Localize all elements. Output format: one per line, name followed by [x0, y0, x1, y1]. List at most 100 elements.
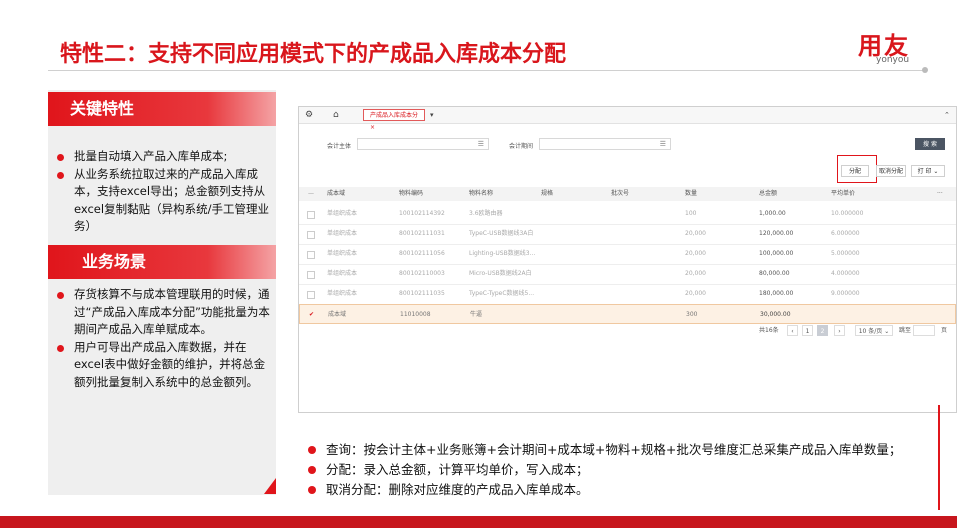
- settings-icon[interactable]: ⚙: [305, 109, 313, 121]
- table-row[interactable]: 单组织成本 100102114392 3.6欧路由器 100 1,000.00 …: [299, 204, 956, 225]
- cell-domain: 单组织成本: [327, 250, 358, 257]
- row-checkbox[interactable]: [307, 291, 315, 299]
- col-batch: 批次号: [611, 190, 630, 197]
- table-row[interactable]: 单组织成本 800102111035 TypeC-TypeC数据线5... 20…: [299, 284, 956, 305]
- cell-amount[interactable]: 120,000.00: [759, 224, 793, 244]
- cell-qty: 20,000: [685, 230, 706, 237]
- next-page-icon[interactable]: ›: [834, 325, 845, 336]
- notes-list: 查询：按会计主体+业务账簿+会计期间+成本域+物料+规格+批次号维度汇总采集产成…: [306, 440, 956, 500]
- cell-amount[interactable]: 1,000.00: [759, 204, 786, 224]
- cell-name: 牛逼: [470, 311, 483, 318]
- header-checkbox[interactable]: —: [308, 187, 314, 201]
- col-name: 物料名称: [469, 190, 494, 197]
- cell-avg: 10.000000: [831, 210, 864, 217]
- cell-domain: 单组织成本: [327, 230, 358, 237]
- scenario-item: 用户可导出产成品入库数据，并在excel表中做好金额的维护，并将总金额列批量复制…: [54, 339, 272, 392]
- key-feature-item: 从业务系统拉取过来的产成品入库成本，支持excel导出；总金额列支持从excel…: [54, 166, 272, 236]
- key-features-list: 批量自动填入产品入库单成本; 从业务系统拉取过来的产成品入库成本，支持excel…: [54, 148, 272, 236]
- cell-code: 11010008: [400, 311, 431, 318]
- col-code: 物料编码: [399, 190, 424, 197]
- col-amount: 总金额: [759, 190, 778, 197]
- cell-domain: 成本域: [328, 311, 347, 318]
- app-window: ⚙ ⌂ 产成品入库成本分 × ▾ ⌃ 会计主体 ☰ 会计期间 ☰ 搜 索 分配 …: [298, 106, 957, 413]
- goto-label: 跳至: [899, 327, 912, 334]
- cell-code: 800102111035: [399, 290, 445, 297]
- tab-bar: ⚙ ⌂ 产成品入库成本分 × ▾ ⌃: [299, 107, 956, 131]
- cell-name: TypeC-TypeC数据线5...: [469, 290, 535, 297]
- cell-amount[interactable]: 80,000.00: [759, 264, 790, 284]
- row-checkbox[interactable]: [307, 251, 315, 259]
- cell-domain: 单组织成本: [327, 290, 358, 297]
- allocate-button[interactable]: 分配: [841, 165, 869, 177]
- yonyou-logo-en: yonyou: [876, 55, 910, 65]
- entity-label: 会计主体: [327, 143, 352, 150]
- scenario-list: 存货核算不与成本管理联用的时候，通过“产成品入库成本分配”功能批量为本期间产成品…: [54, 286, 272, 391]
- cell-amount[interactable]: 180,000.00: [759, 284, 793, 304]
- col-avg: 平均单价: [831, 190, 856, 197]
- cell-qty: 300: [686, 311, 698, 318]
- divider-dot: [922, 67, 928, 73]
- row-checkbox[interactable]: [307, 271, 315, 279]
- pager-total: 共16条: [759, 327, 779, 334]
- row-checkbox[interactable]: [307, 211, 315, 219]
- key-features-header: 关键特性: [48, 92, 276, 126]
- scenario-header: 业务场景: [48, 245, 276, 279]
- table-header: — 成本域 物料编码 物料名称 规格 批次号 数量 总金额 平均单价 ···: [299, 187, 956, 201]
- chevron-up-icon[interactable]: ⌃: [944, 109, 950, 121]
- page-2[interactable]: 2: [817, 325, 828, 336]
- entity-input[interactable]: ☰: [357, 138, 489, 150]
- cell-amount[interactable]: 30,000.00: [760, 305, 791, 325]
- more-icon[interactable]: ···: [937, 187, 943, 201]
- table-row[interactable]: 单组织成本 800102111031 TypeC-USB数据线3A白 20,00…: [299, 224, 956, 245]
- row-checkbox[interactable]: [307, 231, 315, 239]
- table-row[interactable]: 单组织成本 800102110003 Micro-USB数据线2A白 20,00…: [299, 264, 956, 285]
- period-input[interactable]: ☰: [539, 138, 671, 150]
- cell-code: 800102111056: [399, 250, 445, 257]
- cell-name: 3.6欧路由器: [469, 210, 503, 217]
- cell-name: Lighting-USB数据线3...: [469, 250, 536, 257]
- cell-name: Micro-USB数据线2A白: [469, 270, 532, 277]
- search-button[interactable]: 搜 索: [915, 138, 945, 150]
- slide-title: 特性二：支持不同应用模式下的产成品入库成本分配: [60, 42, 567, 67]
- table-row-selected[interactable]: ✔ 成本域 11010008 牛逼 300 30,000.00: [299, 304, 956, 324]
- cell-domain: 单组织成本: [327, 270, 358, 277]
- chevron-down-icon[interactable]: ▾: [430, 109, 434, 121]
- note-item: 分配：录入总金额，计算平均单价，写入成本；: [306, 460, 956, 480]
- tab-finished-goods-cost[interactable]: 产成品入库成本分 ×: [363, 109, 425, 131]
- note-item: 查询：按会计主体+业务账簿+会计期间+成本域+物料+规格+批次号维度汇总采集产成…: [306, 440, 956, 460]
- prev-page-icon[interactable]: ‹: [787, 325, 798, 336]
- check-icon[interactable]: ✔: [309, 305, 314, 325]
- period-label: 会计期间: [509, 143, 534, 150]
- key-feature-item: 批量自动填入产品入库单成本;: [54, 148, 272, 166]
- cell-avg: 5.000000: [831, 250, 860, 257]
- title-divider: [48, 70, 926, 71]
- col-domain: 成本域: [327, 190, 346, 197]
- left-panel: 关键特性 批量自动填入产品入库单成本; 从业务系统拉取过来的产成品入库成本，支持…: [48, 90, 276, 495]
- note-item: 取消分配：删除对应维度的产成品入库单成本。: [306, 480, 956, 500]
- page-size-select[interactable]: 10 条/页 ⌄: [855, 325, 893, 336]
- page-unit: 页: [941, 327, 948, 334]
- cell-qty: 20,000: [685, 250, 706, 257]
- cell-amount[interactable]: 100,000.00: [759, 244, 793, 264]
- cell-avg: 6.000000: [831, 230, 860, 237]
- cell-qty: 20,000: [685, 270, 706, 277]
- home-icon[interactable]: ⌂: [333, 109, 339, 121]
- print-button[interactable]: 打 印 ⌄: [911, 165, 945, 177]
- cell-name: TypeC-USB数据线3A白: [469, 230, 534, 237]
- cell-avg: 9.000000: [831, 290, 860, 297]
- cancel-allocate-button[interactable]: 取消分配: [876, 165, 906, 177]
- list-icon: ☰: [659, 140, 666, 148]
- cell-code: 100102114392: [399, 210, 445, 217]
- print-label: 打 印: [917, 168, 932, 175]
- cell-qty: 100: [685, 210, 697, 217]
- page-1[interactable]: 1: [802, 325, 813, 336]
- right-accent-bar: [938, 405, 940, 510]
- list-icon: ☰: [477, 140, 484, 148]
- table-row[interactable]: 单组织成本 800102111056 Lighting-USB数据线3... 2…: [299, 244, 956, 265]
- cell-avg: 4.000000: [831, 270, 860, 277]
- cell-code: 800102111031: [399, 230, 445, 237]
- goto-input[interactable]: [913, 325, 935, 336]
- col-qty: 数量: [685, 190, 698, 197]
- corner-triangle: [264, 478, 276, 494]
- footer-bar: [0, 516, 957, 528]
